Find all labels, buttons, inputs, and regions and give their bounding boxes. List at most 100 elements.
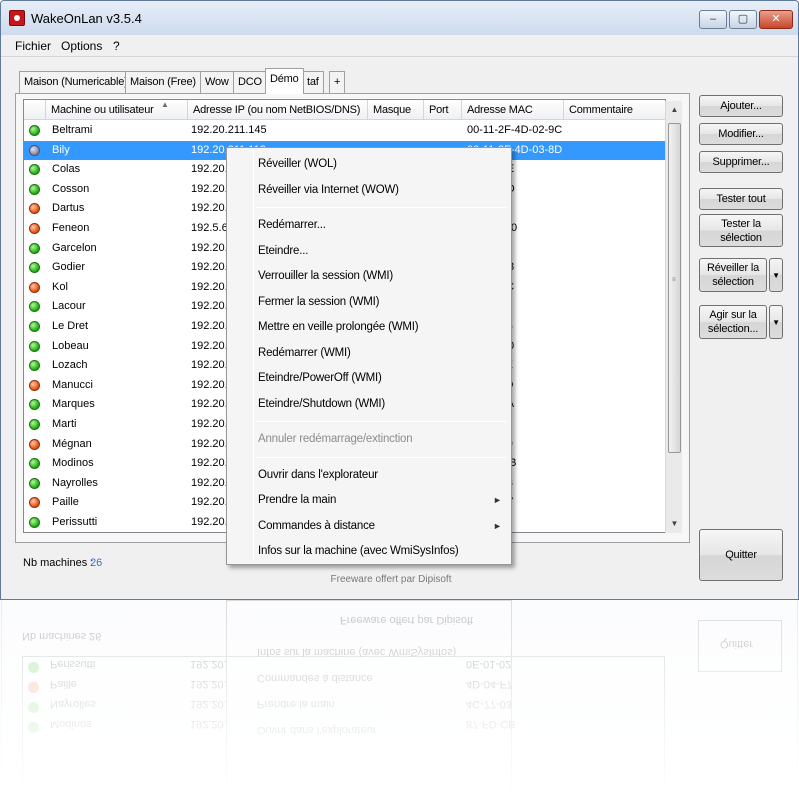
context-menu-separator (255, 207, 507, 208)
act-selection-dropdown[interactable]: ▼ (769, 305, 783, 339)
context-menu-item-label: Réveiller (WOL) (258, 158, 337, 170)
delete-button[interactable]: Supprimer... (699, 151, 783, 173)
scroll-down-arrow-icon[interactable]: ▼ (666, 515, 683, 532)
app-logo-icon (9, 10, 25, 26)
context-menu-item[interactable]: Redémarrer... (227, 213, 511, 237)
column-header-mask[interactable]: Masque (368, 100, 424, 120)
status-green-icon (29, 125, 40, 136)
context-menu-item-label: Verrouiller la session (WMI) (258, 270, 393, 282)
cell-ip: 192.20. (191, 320, 228, 332)
wake-selection-dropdown[interactable]: ▼ (769, 258, 783, 292)
add-button[interactable]: Ajouter... (699, 95, 783, 117)
context-menu-item[interactable]: Eteindre/PowerOff (WMI) (227, 366, 511, 390)
cell-machine: Garcelon (52, 241, 97, 254)
cell-ip: 192.20. (191, 300, 228, 313)
cell-machine: Modinos (52, 457, 94, 470)
tab-4[interactable]: Démo (265, 68, 304, 94)
quit-button[interactable]: Quitter (699, 529, 783, 581)
context-menu-item-label: Ouvrir dans l'explorateur (258, 468, 378, 481)
context-menu-item-label: Redémarrer... (258, 219, 326, 231)
cell-ip: 192.20. (191, 437, 228, 450)
cell-ip: 192.20. (191, 182, 228, 195)
menu-options[interactable]: Options (61, 39, 102, 53)
cell-machine: Godier (52, 261, 86, 274)
window-title: WakeOnLan v3.5.4 (31, 11, 142, 26)
maximize-button[interactable]: ▢ (729, 10, 757, 29)
column-header-mac[interactable]: Adresse MAC (462, 100, 564, 120)
column-header-comment[interactable]: Commentaire (564, 100, 665, 120)
tab-2[interactable]: Wow (200, 71, 234, 93)
cell-mac: 00-11-2F-4D-02-9C (467, 124, 563, 136)
status-red-icon (29, 203, 40, 215)
status-green-icon (29, 242, 40, 254)
cell-ip: 192.20. (191, 418, 228, 430)
context-menu-item-label: Eteindre/Shutdown (WMI) (258, 397, 386, 410)
cell-machine: Lozach (52, 359, 88, 372)
modify-button[interactable]: Modifier... (699, 123, 783, 145)
test-selection-button[interactable]: Tester la sélection (699, 214, 783, 247)
cell-ip: 192.20. (191, 261, 228, 274)
status-green-icon (29, 517, 40, 528)
context-menu-item[interactable]: Redémarrer (WMI) (227, 341, 511, 365)
cell-ip: 192.20.211.145 (191, 124, 267, 136)
wake-selection-button[interactable]: Réveiller la sélection (699, 258, 767, 292)
context-menu-item[interactable]: Réveiller (WOL) (227, 152, 511, 176)
cell-ip: 192.20. (191, 280, 228, 293)
context-menu-item-label: Eteindre/PowerOff (WMI) (258, 372, 382, 384)
context-menu-item[interactable]: Verrouiller la session (WMI) (227, 264, 511, 288)
cell-ip: 192.20. (191, 359, 228, 372)
tab-1[interactable]: Maison (Free) (125, 71, 201, 93)
cell-machine: Dartus (52, 202, 85, 215)
scroll-grip-icon: ≡ (672, 277, 676, 283)
context-menu-item[interactable]: Commandes à distance ► (227, 514, 511, 538)
tab-5[interactable]: taf (302, 71, 324, 93)
tab-6[interactable]: + (329, 71, 346, 93)
context-menu-separator (255, 421, 507, 422)
submenu-arrow-icon: ► (493, 520, 502, 531)
context-menu-item[interactable]: Eteindre... (227, 239, 511, 263)
context-menu-item[interactable]: Fermer la session (WMI) (227, 290, 511, 314)
menu-fichier[interactable]: Fichier (15, 39, 51, 53)
context-menu-item[interactable]: Prendre la main ► (227, 488, 511, 512)
status-green-icon (29, 340, 40, 352)
status-red-icon (29, 379, 40, 391)
context-menu-item[interactable]: Eteindre/Shutdown (WMI) (227, 392, 511, 416)
minimize-button[interactable]: – (699, 10, 727, 29)
tab-0[interactable]: Maison (Numericable) (19, 71, 133, 93)
scroll-thumb[interactable]: ≡ (668, 123, 681, 453)
act-selection-button[interactable]: Agir sur la sélection... (699, 305, 767, 339)
close-button[interactable]: ✕ (759, 10, 793, 29)
table-row[interactable]: Beltrami 192.20.211.145 00-11-2F-4D-02-9C (24, 121, 665, 141)
title-bar[interactable]: WakeOnLan v3.5.4 – ▢ ✕ (1, 1, 798, 35)
cell-machine: Lacour (52, 300, 86, 313)
context-menu-item[interactable]: Ouvrir dans l'explorateur (227, 463, 511, 487)
column-header-ip[interactable]: Adresse IP (ou nom NetBIOS/DNS) (188, 100, 368, 120)
cell-machine: Lobeau (52, 339, 89, 352)
list-scrollbar[interactable]: ▲ ≡ ▼ (665, 101, 682, 533)
freeware-credit: Freeware offert par Dipisoft (330, 574, 452, 585)
context-menu-item[interactable]: Réveiller via Internet (WOW) (227, 178, 511, 202)
status-green-icon (29, 183, 40, 195)
status-green-icon (29, 360, 40, 372)
context-menu-item-label: Annuler redémarrage/extinction (258, 433, 413, 445)
menu-help[interactable]: ? (113, 39, 120, 53)
cell-ip: 192.20. (191, 457, 228, 470)
context-menu-item: Annuler redémarrage/extinction (227, 427, 511, 451)
status-green-icon (29, 458, 40, 470)
context-menu: Réveiller (WOL) Réveiller via Internet (W… (226, 147, 512, 565)
status-red-icon (29, 497, 40, 509)
context-menu-item[interactable]: Infos sur la machine (avec WmiSysInfos) (227, 539, 511, 563)
context-menu-item[interactable]: Mettre en veille prolongée (WMI) (227, 315, 511, 339)
tab-3[interactable]: DCO (233, 71, 267, 93)
scroll-up-arrow-icon[interactable]: ▲ (666, 101, 683, 118)
cell-machine: Bily (52, 143, 70, 156)
test-all-button[interactable]: Tester tout (699, 188, 783, 210)
cell-ip: 192.20. (191, 398, 228, 411)
context-menu-item-label: Réveiller via Internet (WOW) (258, 183, 399, 196)
cell-machine: Feneon (52, 222, 90, 234)
column-header-port[interactable]: Port (424, 100, 462, 120)
column-header-status[interactable] (24, 100, 46, 120)
cell-ip: 192.20. (191, 496, 228, 509)
cell-ip: 192.20. (191, 339, 228, 352)
status-green-icon (29, 399, 40, 411)
